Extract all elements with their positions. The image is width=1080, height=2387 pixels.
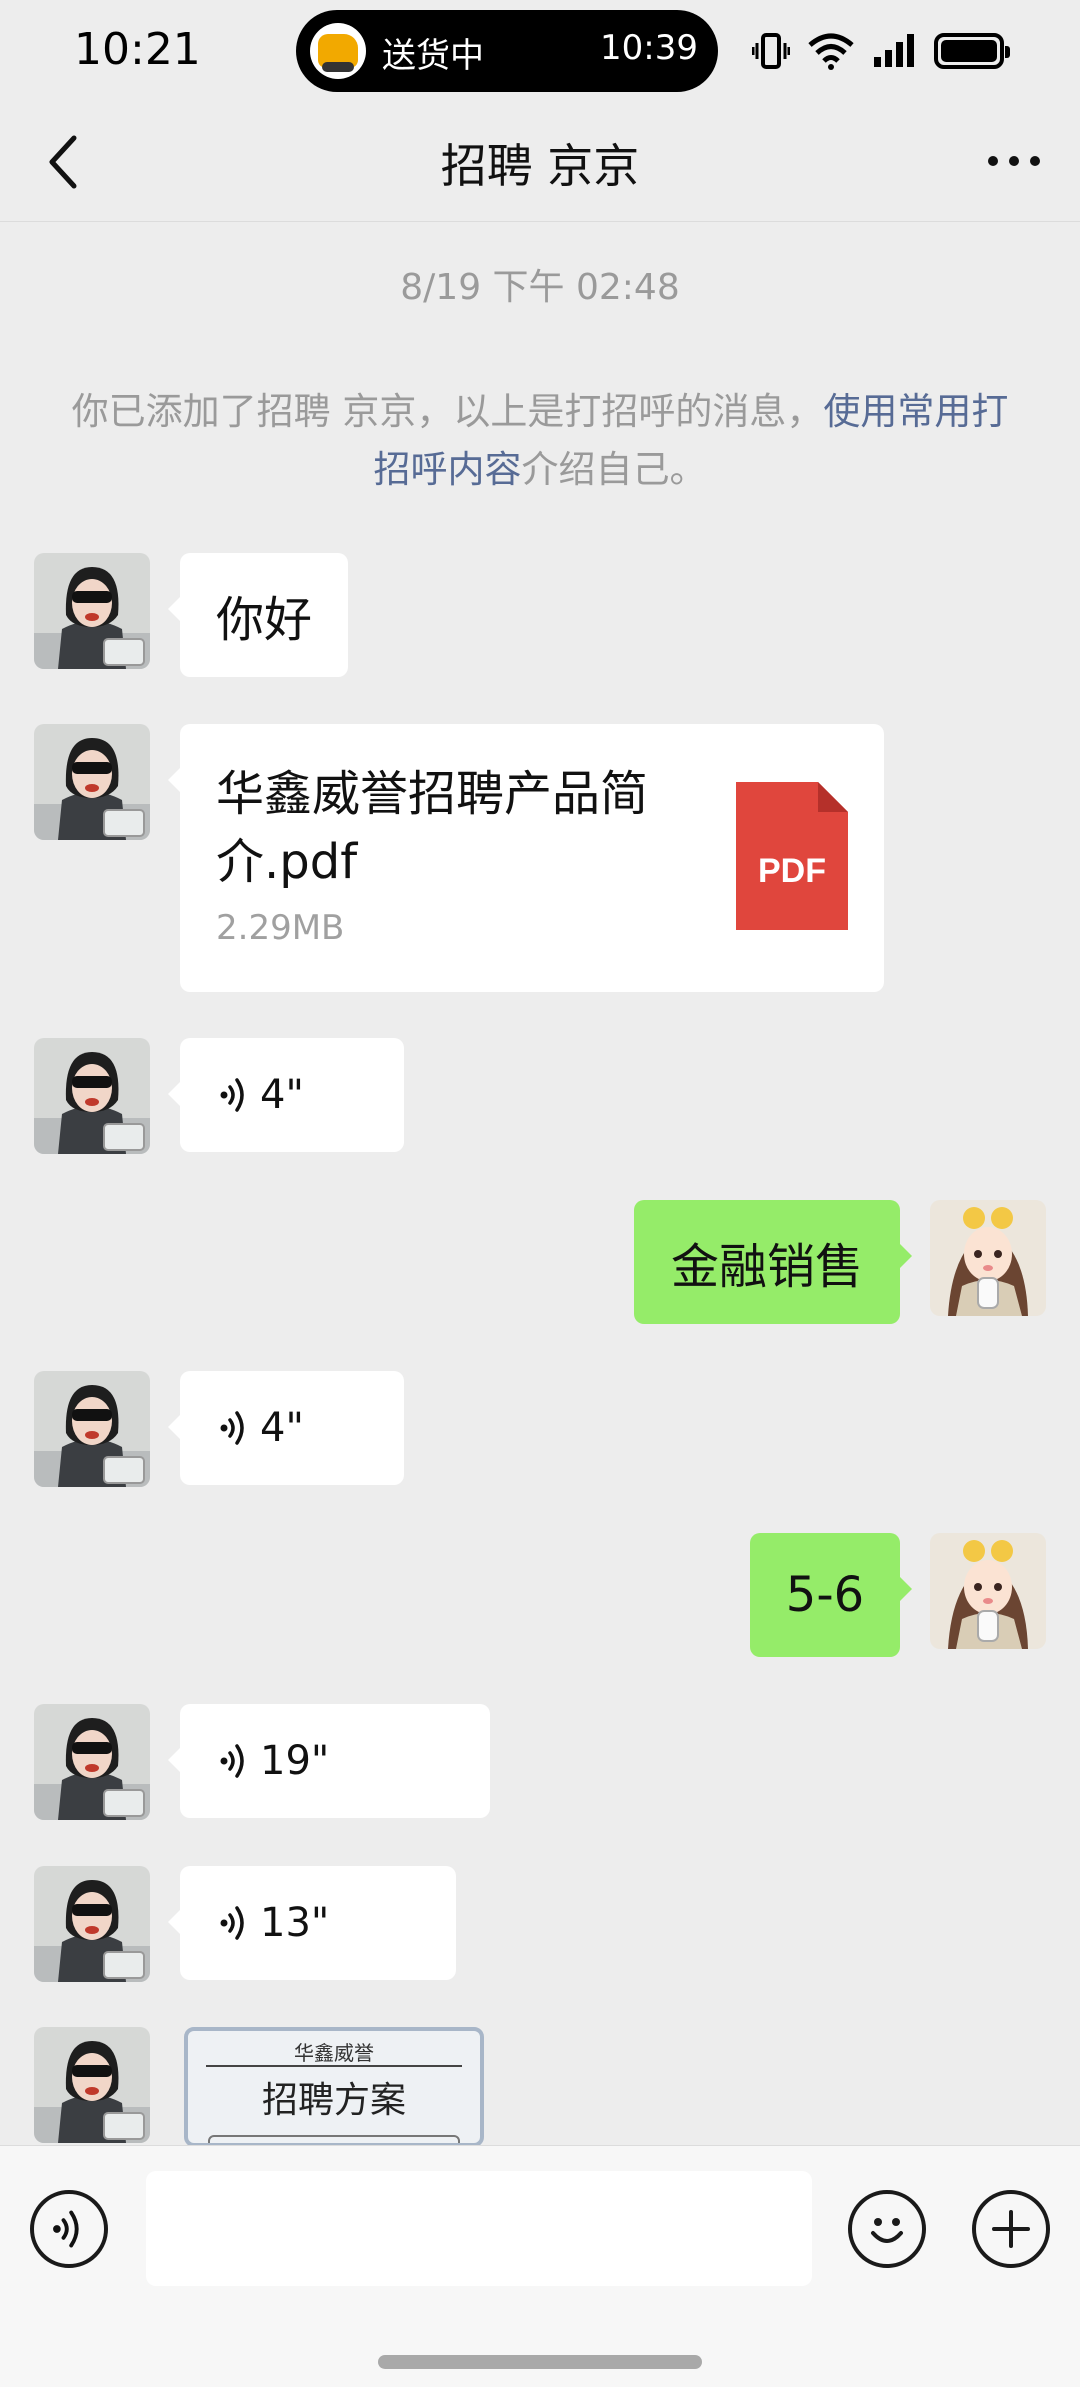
sender-avatar[interactable] bbox=[34, 724, 150, 840]
system-message: 你已添加了招聘 京京，以上是打招呼的消息，使用常用打招呼内容介绍自己。 bbox=[62, 383, 1018, 499]
voice-duration: 13" bbox=[260, 1900, 330, 1946]
incoming-voice-message[interactable]: 4" bbox=[168, 1038, 404, 1152]
sender-avatar[interactable] bbox=[34, 553, 150, 669]
voice-wave-icon bbox=[218, 1903, 252, 1943]
live-activity-time: 10:39 bbox=[600, 28, 698, 68]
sender-avatar[interactable] bbox=[34, 2027, 150, 2143]
system-message-text: 你已添加了招聘 京京，以上是打招呼的消息， bbox=[71, 390, 824, 433]
image-subbox bbox=[208, 2135, 460, 2143]
image-heading-text: 招聘方案 bbox=[261, 2080, 406, 2121]
status-bar: 10:21 送货中 10:39 bbox=[0, 0, 1080, 100]
outgoing-text-message[interactable]: 金融销售 bbox=[634, 1200, 912, 1324]
image-divider bbox=[206, 2065, 462, 2067]
incoming-text-message[interactable]: 你好 bbox=[168, 553, 348, 677]
voice-wave-icon bbox=[218, 1075, 252, 1115]
pdf-icon: PDF bbox=[736, 782, 848, 930]
delivery-scooter-icon bbox=[310, 23, 366, 79]
message-list[interactable]: 8/19 下午 02:48 你已添加了招聘 京京，以上是打招呼的消息，使用常用打… bbox=[0, 223, 1080, 2145]
emoji-icon bbox=[871, 2218, 903, 2243]
more-actions-button[interactable] bbox=[972, 2190, 1050, 2268]
incoming-file-message[interactable]: 华鑫威誉招聘产品简介.pdf 2.29MB PDF bbox=[168, 724, 884, 992]
incoming-voice-message[interactable]: 19" bbox=[168, 1704, 490, 1818]
live-activity-label: 送货中 bbox=[382, 36, 484, 76]
voice-duration: 19" bbox=[260, 1738, 330, 1784]
voice-duration: 4" bbox=[260, 1072, 304, 1118]
message-timestamp: 8/19 下午 02:48 bbox=[400, 267, 680, 308]
sender-avatar[interactable] bbox=[34, 1038, 150, 1154]
input-bar bbox=[0, 2145, 1080, 2387]
voice-duration: 4" bbox=[260, 1405, 304, 1451]
voice-wave-icon bbox=[218, 1741, 252, 1781]
incoming-voice-message[interactable]: 4" bbox=[168, 1371, 404, 1485]
pdf-badge: PDF bbox=[758, 852, 826, 890]
signal-icon bbox=[874, 34, 914, 67]
incoming-voice-message[interactable]: 13" bbox=[168, 1866, 456, 1980]
sender-avatar[interactable] bbox=[34, 1371, 150, 1487]
file-size: 2.29MB bbox=[216, 908, 345, 948]
message-text: 金融销售 bbox=[670, 1239, 863, 1295]
my-avatar[interactable] bbox=[930, 1200, 1046, 1316]
sender-avatar[interactable] bbox=[34, 1866, 150, 1982]
system-message-suffix: 介绍自己。 bbox=[521, 448, 707, 491]
voice-input-button[interactable] bbox=[30, 2190, 108, 2268]
live-activity-island[interactable]: 送货中 10:39 bbox=[296, 10, 718, 92]
image-brand-text: 华鑫威誉 bbox=[294, 2041, 374, 2065]
message-text: 5-6 bbox=[785, 1567, 865, 1623]
status-time: 10:21 bbox=[74, 24, 201, 75]
emoji-button[interactable] bbox=[848, 2190, 926, 2268]
status-icons bbox=[752, 28, 1010, 74]
message-input[interactable] bbox=[146, 2171, 812, 2286]
vibrate-icon bbox=[752, 33, 790, 69]
voice-wave-icon bbox=[218, 1408, 252, 1448]
file-name: 华鑫威誉招聘产品简介.pdf bbox=[216, 766, 649, 890]
message-text: 你好 bbox=[216, 592, 313, 648]
battery-icon bbox=[934, 33, 1010, 69]
wifi-icon bbox=[808, 33, 854, 70]
my-avatar[interactable] bbox=[930, 1533, 1046, 1649]
plus-icon bbox=[992, 2210, 1030, 2248]
incoming-image-message[interactable]: 华鑫威誉 招聘方案 bbox=[184, 2027, 484, 2145]
chat-header: 招聘 京京 bbox=[0, 100, 1080, 222]
more-dots-icon[interactable] bbox=[984, 136, 1044, 186]
outgoing-text-message[interactable]: 5-6 bbox=[750, 1533, 912, 1657]
chat-title: 招聘 京京 bbox=[440, 139, 640, 193]
sender-avatar[interactable] bbox=[34, 1704, 150, 1820]
home-indicator[interactable] bbox=[378, 2355, 702, 2369]
voice-input-icon bbox=[49, 2207, 89, 2251]
